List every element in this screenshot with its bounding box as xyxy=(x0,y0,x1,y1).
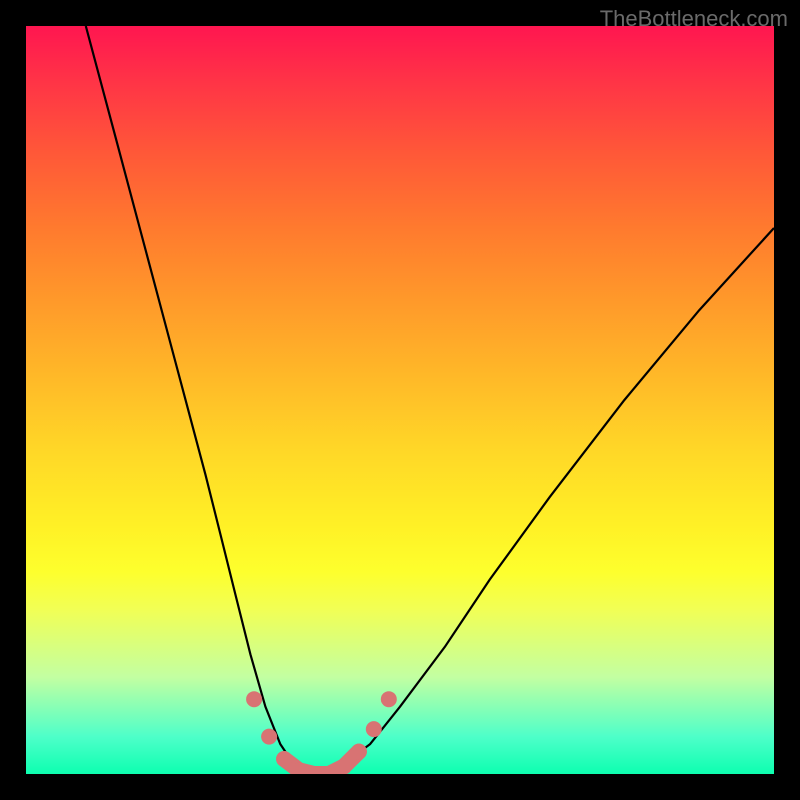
highlight-dot xyxy=(366,721,382,737)
chart-plot-area xyxy=(26,26,774,774)
highlight-group xyxy=(246,691,397,774)
highlight-dot xyxy=(351,744,367,760)
highlight-dot xyxy=(381,691,397,707)
highlight-dot xyxy=(246,691,262,707)
highlight-dots xyxy=(246,691,397,774)
highlight-dot xyxy=(336,759,352,775)
bottleneck-curve xyxy=(86,26,774,774)
highlight-dot xyxy=(261,729,277,745)
watermark-text: TheBottleneck.com xyxy=(600,6,788,32)
curve-group xyxy=(86,26,774,774)
bottleneck-chart xyxy=(26,26,774,774)
highlight-dot xyxy=(276,751,292,767)
